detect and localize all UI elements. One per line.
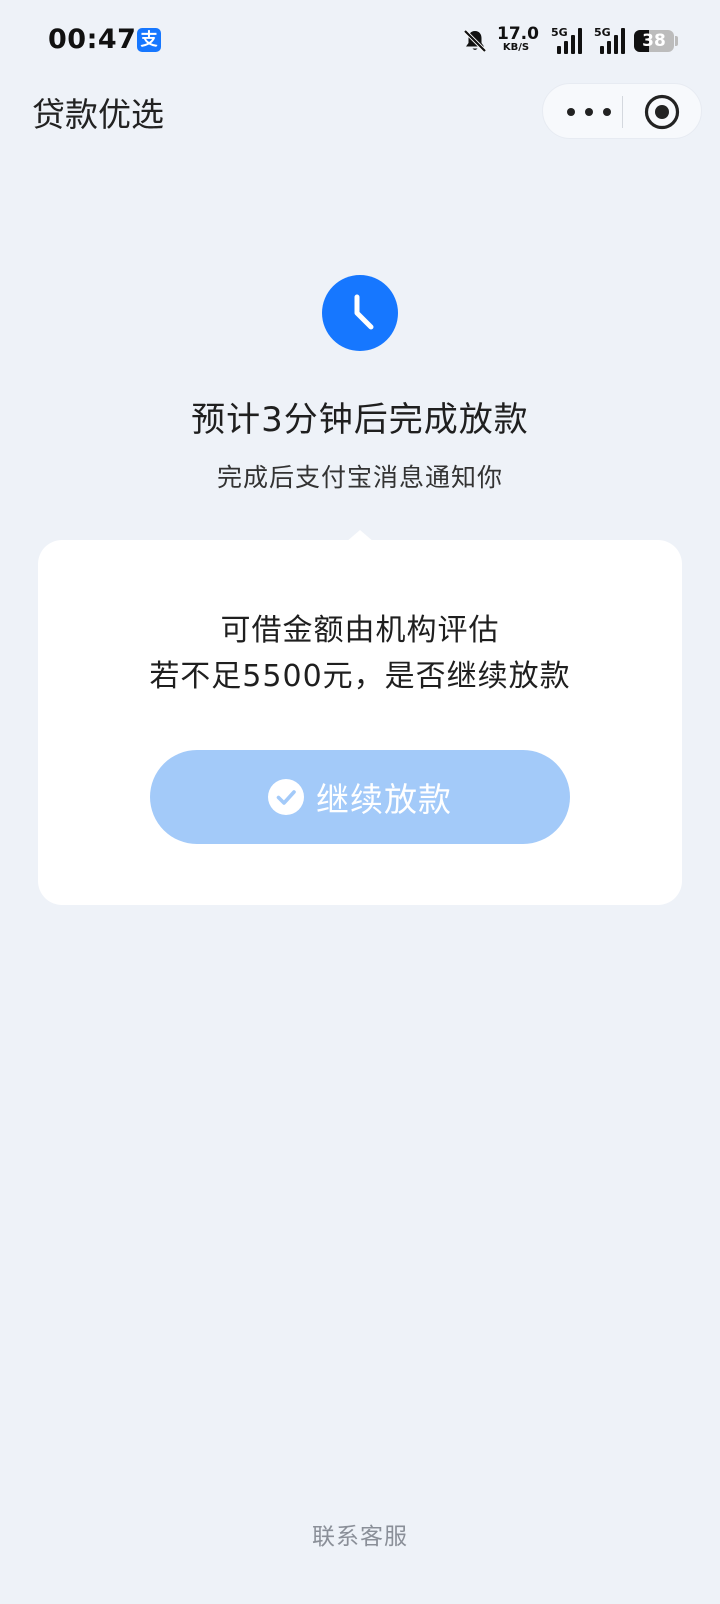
- mini-program-capsule: [542, 83, 702, 139]
- signal-type-label: 5G: [551, 26, 568, 39]
- target-circle-icon[interactable]: [643, 93, 681, 131]
- status-time: 00:47: [48, 24, 137, 55]
- continue-loan-button[interactable]: 继续放款: [150, 750, 570, 844]
- battery-level: 38: [642, 31, 666, 51]
- card-message-line-2: 若不足5500元，是否继续放款: [149, 659, 571, 694]
- clock-icon: [322, 275, 398, 351]
- check-circle-icon: [268, 779, 304, 815]
- page-title: 贷款优选: [32, 95, 164, 134]
- capsule-divider: [622, 96, 623, 128]
- network-speed-unit: KB/S: [502, 42, 530, 53]
- battery-icon: 38: [634, 30, 674, 52]
- card-message-line-1: 可借金额由机构评估: [220, 613, 500, 648]
- signal-icon: 5G: [590, 26, 628, 54]
- loan-status-title: 预计3分钟后完成放款: [191, 400, 529, 440]
- network-speed-value: 17.0: [497, 24, 539, 44]
- signal-icon: 5G: [547, 26, 585, 54]
- loan-status-subtitle: 完成后支付宝消息通知你: [216, 463, 503, 492]
- contact-support-link[interactable]: 联系客服: [0, 1517, 720, 1551]
- mute-bell-icon: [463, 29, 487, 53]
- battery-tip: [675, 36, 678, 46]
- continue-loan-label: 继续放款: [316, 780, 452, 819]
- status-bar: 00:47 支 17.0 KB/S 5G 5G 38: [0, 0, 720, 80]
- confirm-card: 可借金额由机构评估 若不足5500元，是否继续放款 继续放款: [38, 540, 682, 905]
- more-dots-icon[interactable]: [565, 84, 613, 140]
- alipay-icon: 支: [137, 28, 161, 52]
- signal-type-label: 5G: [594, 26, 611, 39]
- network-speed: 17.0 KB/S: [497, 24, 539, 53]
